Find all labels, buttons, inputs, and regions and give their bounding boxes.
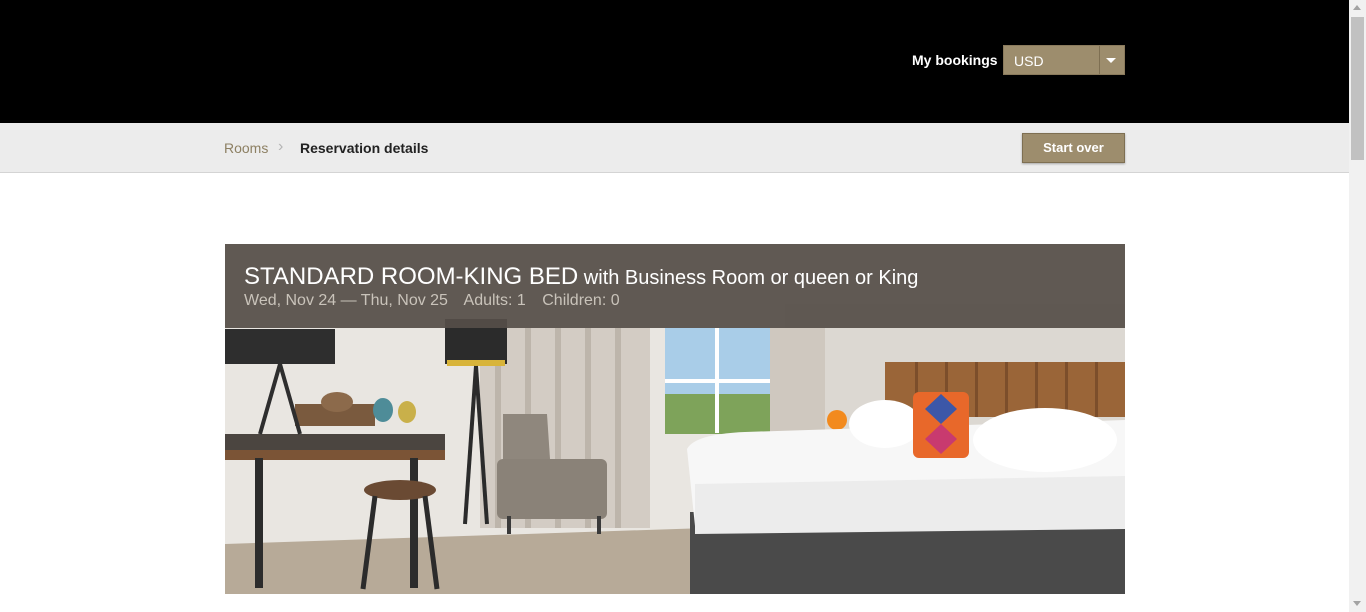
breadcrumb-rooms-link[interactable]: Rooms (224, 140, 268, 156)
breadcrumb-bar: Rooms › Reservation details Start over (0, 123, 1349, 173)
children-count: Children: 0 (542, 292, 620, 309)
start-over-button[interactable]: Start over (1022, 133, 1125, 163)
stay-dates: Wed, Nov 24 — Thu, Nov 25 (244, 292, 448, 309)
scroll-up-arrow-icon[interactable] (1353, 5, 1361, 10)
page-scrollbar[interactable] (1349, 0, 1366, 612)
breadcrumb-chevron-icon: › (278, 138, 284, 155)
top-header: My bookings USD (0, 0, 1349, 123)
my-bookings-link[interactable]: My bookings (912, 52, 998, 68)
room-header: STANDARD ROOM-KING BED with Business Roo… (225, 244, 1125, 328)
adults-count: Adults: 1 (463, 292, 526, 309)
currency-value: USD (1014, 53, 1044, 69)
currency-divider (1099, 46, 1100, 74)
room-title: STANDARD ROOM-KING BED with Business Roo… (244, 263, 918, 292)
breadcrumb-current: Reservation details (300, 140, 429, 156)
currency-select[interactable]: USD (1003, 45, 1125, 75)
room-subtitle: with Business Room or queen or King (578, 267, 919, 289)
scrollbar-thumb[interactable] (1351, 17, 1364, 160)
room-type: STANDARD ROOM-KING BED (244, 263, 579, 290)
chevron-down-icon (1106, 58, 1116, 63)
scroll-down-arrow-icon[interactable] (1353, 601, 1361, 606)
room-card: STANDARD ROOM-KING BED with Business Roo… (225, 244, 1125, 594)
room-meta: Wed, Nov 24 — Thu, Nov 25 Adults: 1 Chil… (244, 292, 632, 310)
